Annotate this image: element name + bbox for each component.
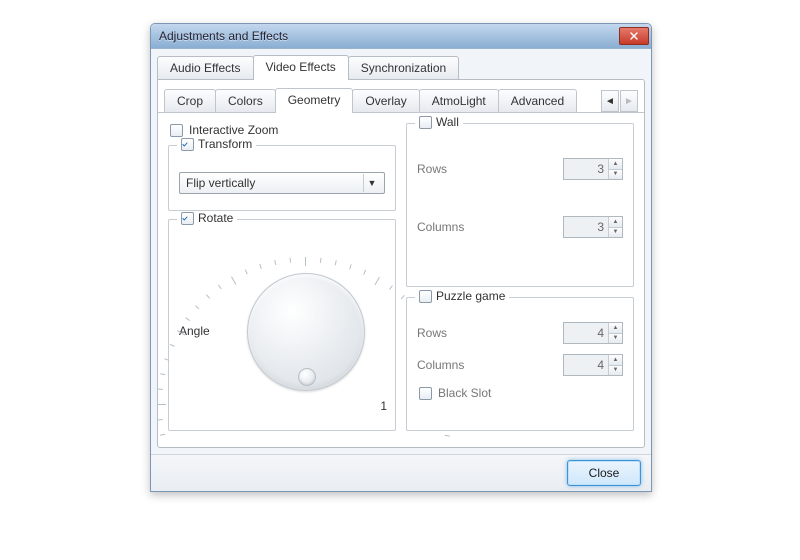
interactive-zoom-row: Interactive Zoom: [168, 123, 396, 137]
window-titlebar[interactable]: Adjustments and Effects: [151, 24, 651, 49]
interactive-zoom-label: Interactive Zoom: [189, 123, 278, 137]
subtab-scroll-right-button[interactable]: ►: [620, 90, 638, 112]
subtab-label: AtmoLight: [432, 94, 486, 108]
desktop-background: Adjustments and Effects Audio Effects Vi…: [0, 0, 800, 560]
puzzle-legend: Puzzle game: [415, 289, 509, 303]
spin-down-button[interactable]: ▼: [608, 227, 622, 238]
spin-up-button[interactable]: ▲: [608, 323, 622, 333]
tab-synchronization[interactable]: Synchronization: [348, 56, 459, 79]
wall-rows-row: Rows 3 ▲ ▼: [417, 158, 623, 180]
puzzle-rows-row: Rows 4 ▲ ▼: [417, 322, 623, 344]
puzzle-rows-value: 4: [564, 323, 608, 343]
subtab-label: Advanced: [511, 94, 564, 108]
rotate-group: Rotate Angle 1: [168, 219, 396, 431]
window-close-button[interactable]: [619, 27, 649, 45]
wall-group: Wall Rows 3 ▲ ▼: [406, 123, 634, 287]
subtab-label: Colors: [228, 94, 263, 108]
tab-label: Audio Effects: [170, 61, 241, 75]
spin-up-button[interactable]: ▲: [608, 217, 622, 227]
subtab-scroll-controls: ◄ ►: [601, 90, 638, 112]
wall-columns-value: 3: [564, 217, 608, 237]
tab-video-effects[interactable]: Video Effects: [253, 55, 349, 80]
subtab-crop[interactable]: Crop: [164, 89, 216, 112]
puzzle-columns-label: Columns: [417, 358, 563, 372]
close-button[interactable]: Close: [567, 460, 641, 486]
wall-rows-spinner[interactable]: 3 ▲ ▼: [563, 158, 623, 180]
wall-rows-label: Rows: [417, 162, 563, 176]
angle-value: 1: [380, 399, 387, 413]
spin-up-button[interactable]: ▲: [608, 355, 622, 365]
subtabstrip: Crop Colors Geometry Overlay AtmoLight A…: [158, 80, 644, 112]
puzzle-columns-spinner[interactable]: 4 ▲ ▼: [563, 354, 623, 376]
geometry-left-column: Interactive Zoom Transform Fli: [168, 123, 396, 431]
subtab-atmolight[interactable]: AtmoLight: [419, 89, 499, 112]
subtab-label: Crop: [177, 94, 203, 108]
wall-checkbox[interactable]: [419, 116, 432, 129]
angle-knob[interactable]: [247, 273, 365, 391]
wall-legend: Wall: [415, 115, 463, 129]
tab-label: Synchronization: [361, 61, 446, 75]
spin-down-button[interactable]: ▼: [608, 365, 622, 376]
subtab-colors[interactable]: Colors: [215, 89, 276, 112]
transform-legend: Transform: [177, 137, 256, 151]
puzzle-rows-spinner[interactable]: 4 ▲ ▼: [563, 322, 623, 344]
transform-label: Transform: [198, 137, 252, 151]
spin-down-button[interactable]: ▼: [608, 169, 622, 180]
black-slot-checkbox[interactable]: [419, 387, 432, 400]
adjustments-effects-window: Adjustments and Effects Audio Effects Vi…: [150, 23, 652, 492]
transform-checkbox[interactable]: [181, 138, 194, 151]
checkmark-icon: [182, 140, 188, 149]
wall-columns-spinner[interactable]: 3 ▲ ▼: [563, 216, 623, 238]
transform-mode-select[interactable]: Flip vertically ▼: [179, 172, 385, 194]
rotate-label: Rotate: [198, 211, 233, 225]
spin-down-button[interactable]: ▼: [608, 333, 622, 344]
rotate-checkbox[interactable]: [181, 212, 194, 225]
interactive-zoom-checkbox[interactable]: [170, 124, 183, 137]
rotate-legend: Rotate: [177, 211, 237, 225]
puzzle-rows-label: Rows: [417, 326, 563, 340]
window-title: Adjustments and Effects: [159, 29, 619, 43]
geometry-right-column: Wall Rows 3 ▲ ▼: [406, 123, 634, 431]
puzzle-label: Puzzle game: [436, 289, 505, 303]
wall-rows-value: 3: [564, 159, 608, 179]
spin-up-button[interactable]: ▲: [608, 159, 622, 169]
wall-columns-label: Columns: [417, 220, 563, 234]
primary-tabstrip: Audio Effects Video Effects Synchronizat…: [151, 49, 651, 79]
black-slot-row: Black Slot: [417, 386, 623, 400]
checkmark-icon: [182, 214, 188, 223]
subtab-advanced[interactable]: Advanced: [498, 89, 577, 112]
transform-selected-value: Flip vertically: [186, 176, 363, 190]
close-button-label: Close: [589, 466, 620, 480]
dropdown-arrow-icon: ▼: [363, 174, 380, 192]
angle-knob-indicator: [298, 368, 316, 386]
subtab-label: Geometry: [288, 93, 341, 107]
black-slot-label: Black Slot: [438, 386, 491, 400]
subtab-geometry[interactable]: Geometry: [275, 88, 354, 113]
wall-label: Wall: [436, 115, 459, 129]
subtab-overlay[interactable]: Overlay: [352, 89, 419, 112]
geometry-panel: Interactive Zoom Transform Fli: [158, 112, 644, 437]
puzzle-checkbox[interactable]: [419, 290, 432, 303]
puzzle-group: Puzzle game Rows 4 ▲ ▼: [406, 297, 634, 431]
video-effects-panel: Crop Colors Geometry Overlay AtmoLight A…: [157, 79, 645, 448]
angle-knob-area: 1: [225, 251, 385, 411]
tab-label: Video Effects: [266, 60, 336, 74]
wall-columns-row: Columns 3 ▲ ▼: [417, 216, 623, 238]
puzzle-columns-value: 4: [564, 355, 608, 375]
transform-group: Transform Flip vertically ▼: [168, 145, 396, 211]
subtab-scroll-left-button[interactable]: ◄: [601, 90, 619, 112]
angle-label: Angle: [179, 324, 217, 338]
subtab-label: Overlay: [365, 94, 406, 108]
dialog-footer: Close: [151, 454, 651, 491]
close-icon: [630, 32, 638, 40]
tab-audio-effects[interactable]: Audio Effects: [157, 56, 254, 79]
puzzle-columns-row: Columns 4 ▲ ▼: [417, 354, 623, 376]
